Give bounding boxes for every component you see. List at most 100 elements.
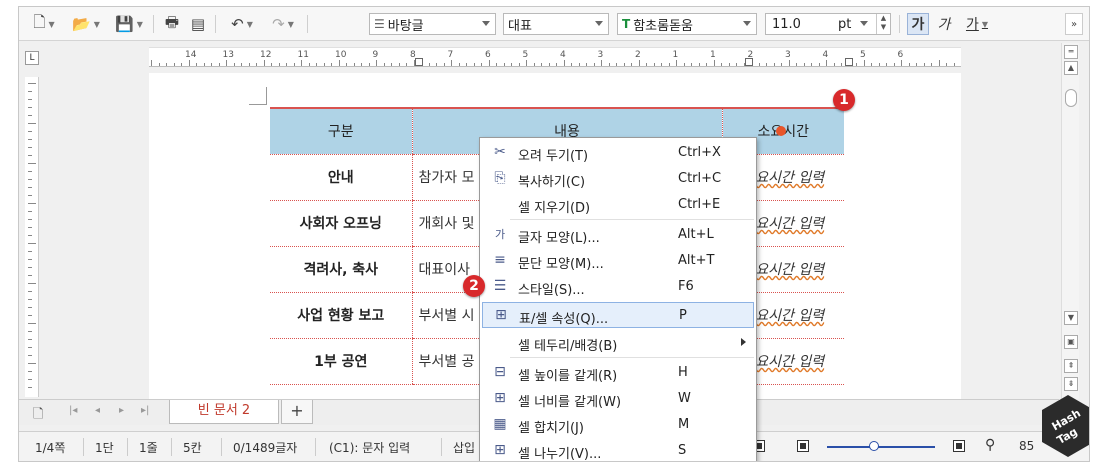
ruler-tick bbox=[28, 379, 32, 380]
underline-button[interactable]: 가 ▼ bbox=[959, 13, 995, 35]
table-cell[interactable]: 안내 bbox=[270, 153, 412, 201]
undo-button[interactable]: ↶ ▼ bbox=[223, 13, 261, 35]
header-cell[interactable]: 구분 bbox=[270, 107, 412, 155]
chevron-down-icon: ▼ bbox=[136, 19, 143, 29]
ruler-tick bbox=[28, 91, 32, 92]
ruler-tick bbox=[28, 387, 32, 388]
ruler-tick bbox=[818, 63, 820, 66]
ruler-tick bbox=[28, 83, 36, 84]
open-button[interactable]: 📂 ▼ bbox=[67, 13, 105, 35]
ruler-number: 14 bbox=[185, 50, 197, 60]
submenu-arrow-icon bbox=[741, 338, 746, 346]
bold-button[interactable]: 가 bbox=[907, 13, 929, 35]
scroll-up-button[interactable]: ▲ bbox=[1064, 61, 1078, 75]
ruler-tick bbox=[533, 63, 535, 66]
ruler-tick bbox=[908, 63, 910, 66]
new-document-button[interactable]: 🗋 ▼ bbox=[27, 13, 61, 35]
menu-item-paragraph-shape[interactable]: ≡ 문단 모양(M)... Alt+T bbox=[482, 248, 754, 274]
menu-item-clear-cell[interactable]: 셀 지우기(D) Ctrl+E bbox=[482, 192, 754, 218]
zoom-in-icon[interactable] bbox=[953, 440, 965, 452]
status-column: 5칸 bbox=[183, 441, 202, 455]
menu-item-copy[interactable]: ⎘ 복사하기(C) Ctrl+C bbox=[482, 166, 754, 192]
italic-button[interactable]: 가 bbox=[933, 13, 955, 35]
first-tab-button[interactable]: |◂ bbox=[69, 405, 77, 416]
ruler-tick bbox=[661, 63, 662, 66]
vertical-ruler[interactable] bbox=[25, 77, 39, 397]
ruler-tick bbox=[28, 291, 32, 292]
table-cell[interactable]: 1부 공연 bbox=[270, 337, 412, 385]
scroll-down-button[interactable]: ▼ bbox=[1064, 311, 1078, 325]
scroll-split-button[interactable]: ═ bbox=[1064, 45, 1078, 59]
print-button[interactable]: 🖶 bbox=[161, 13, 183, 35]
ruler-tick bbox=[28, 147, 32, 148]
menu-item-label: 복사하기(C) bbox=[518, 175, 586, 190]
right-margin-marker[interactable] bbox=[845, 58, 853, 66]
ruler-tick bbox=[526, 60, 527, 66]
ruler-tick bbox=[28, 195, 32, 196]
chevron-down-icon: ▼ bbox=[981, 19, 989, 29]
ruler-tick bbox=[488, 60, 490, 66]
page-view-button[interactable]: ▣ bbox=[1064, 335, 1078, 349]
font-combo[interactable]: T 함초롬돋움 bbox=[617, 13, 757, 35]
vertical-scrollbar[interactable]: ═ ▲ ▼ ▣ ⇞ ⇟ bbox=[1061, 43, 1079, 399]
menu-item-split-cells[interactable]: ⊞ 셀 나누기(V)... S bbox=[482, 438, 754, 461]
ruler-tick bbox=[856, 63, 857, 66]
scroll-thumb[interactable] bbox=[1065, 89, 1077, 107]
table-properties-icon: ⊞ bbox=[495, 307, 507, 323]
menu-item-table-cell-properties[interactable]: ⊞ 표/셀 속성(Q)... P bbox=[482, 302, 754, 328]
indent-marker[interactable] bbox=[745, 58, 753, 66]
table-cell[interactable]: 사업 현황 보고 bbox=[270, 291, 412, 339]
language-combo[interactable]: 대표 bbox=[503, 13, 609, 35]
ruler-tick bbox=[28, 323, 36, 324]
menu-item-cell-border-background[interactable]: 셀 테두리/배경(B) bbox=[482, 330, 754, 356]
table-cell[interactable]: 사회자 오프닝 bbox=[270, 199, 412, 247]
ruler-number: 2 bbox=[635, 50, 641, 60]
menu-item-shortcut: Alt+L bbox=[678, 227, 714, 242]
ruler-tick bbox=[28, 139, 32, 140]
ruler-tick bbox=[953, 63, 955, 66]
chevron-down-icon: ▼ bbox=[93, 19, 100, 29]
menu-item-cut[interactable]: ✂ 오려 두기(T) Ctrl+X bbox=[482, 140, 754, 166]
menu-item-equal-height[interactable]: ⊟ 셀 높이를 같게(R) H bbox=[482, 360, 754, 386]
redo-button[interactable]: ↷ ▼ bbox=[265, 13, 301, 35]
zoom-slider-knob[interactable] bbox=[869, 441, 879, 451]
page-icon[interactable]: 🗋 bbox=[33, 405, 43, 427]
tab-document[interactable]: 빈 문서 2 bbox=[169, 400, 279, 424]
magnifier-icon[interactable]: ⚲ bbox=[985, 437, 995, 453]
menu-item-equal-width[interactable]: ⊞ 셀 너비를 같게(W) W bbox=[482, 386, 754, 412]
menu-item-style[interactable]: ☰ 스타일(S)... F6 bbox=[482, 274, 754, 300]
font-size-combo[interactable]: 11.0 pt ▲ ▼ bbox=[765, 13, 891, 35]
last-tab-button[interactable]: ▸| bbox=[141, 405, 149, 416]
step-badge-1: 1 bbox=[833, 89, 855, 111]
ruler-tick bbox=[886, 63, 887, 66]
prev-tab-button[interactable]: ◂ bbox=[95, 405, 100, 416]
chevron-down-icon: ▼ bbox=[287, 19, 294, 29]
horizontal-ruler[interactable]: 14 13 12 11 10 9 8 7 6 5 4 3 2 1 1 2 3 4 5 6 bbox=[149, 47, 961, 67]
menu-item-merge-cells[interactable]: ▦ 셀 합치기(J) M bbox=[482, 412, 754, 438]
add-tab-button[interactable]: + bbox=[281, 400, 313, 424]
status-zoom[interactable]: 85 bbox=[1019, 439, 1034, 453]
next-page-button[interactable]: ⇟ bbox=[1064, 377, 1078, 391]
table-cell[interactable]: 격려사, 축사 bbox=[270, 245, 412, 293]
zoom-slider-track[interactable] bbox=[827, 446, 935, 448]
menu-item-label: 셀 합치기(J) bbox=[518, 421, 584, 436]
ruler-tick bbox=[691, 63, 692, 66]
status-page[interactable]: 1/4쪽 bbox=[35, 439, 65, 456]
menu-item-char-shape[interactable]: 가 글자 모양(L)... Alt+L bbox=[482, 222, 754, 248]
ruler-tick bbox=[181, 63, 182, 66]
preview-button[interactable]: ▤ bbox=[187, 13, 209, 35]
ruler-tick bbox=[451, 60, 452, 66]
prev-page-button[interactable]: ⇞ bbox=[1064, 359, 1078, 373]
toolbar-expand-button[interactable]: » bbox=[1065, 13, 1083, 35]
status-mode[interactable]: 삽입 bbox=[453, 439, 475, 456]
font-size-spinner[interactable]: ▲ ▼ bbox=[876, 14, 890, 34]
ruler-tab-selector[interactable]: L bbox=[25, 51, 39, 65]
ruler-tick bbox=[28, 275, 32, 276]
status-section: 1단 bbox=[95, 441, 114, 455]
next-tab-button[interactable]: ▸ bbox=[119, 405, 124, 416]
zoom-out-icon[interactable] bbox=[797, 440, 809, 452]
left-margin-marker[interactable] bbox=[415, 58, 423, 66]
save-button[interactable]: 💾 ▼ bbox=[111, 13, 147, 35]
style-combo[interactable]: ☰ 바탕글 bbox=[369, 13, 496, 35]
ruler-tick bbox=[766, 63, 767, 66]
